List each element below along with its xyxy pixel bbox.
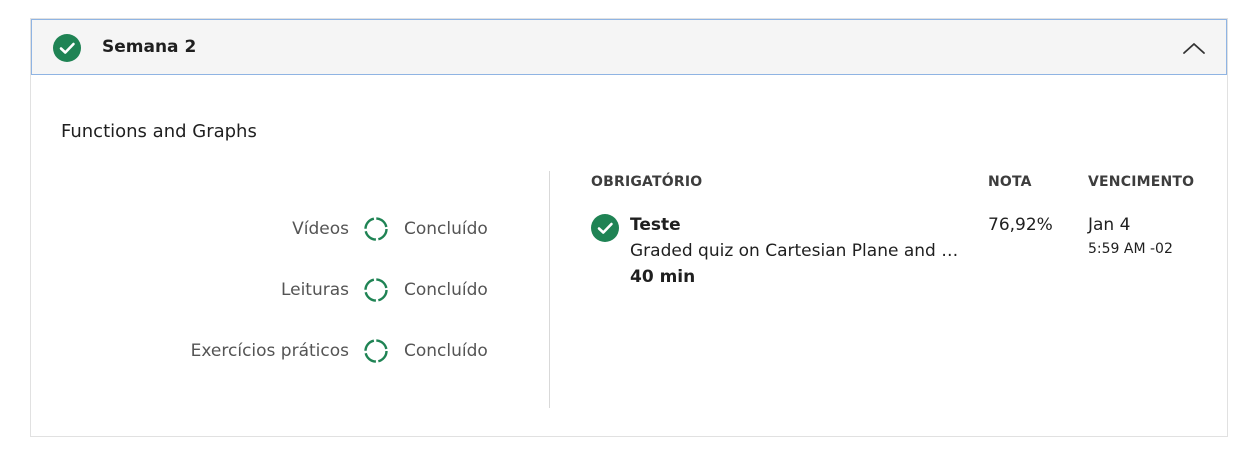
check-circle-icon bbox=[591, 214, 619, 242]
progress-row-readings: Leituras Concluído bbox=[131, 276, 489, 304]
progress-status: Concluído bbox=[404, 280, 488, 300]
progress-status: Concluído bbox=[404, 341, 488, 361]
assignment-type-link[interactable]: Teste bbox=[630, 215, 681, 235]
progress-ring-icon bbox=[363, 216, 389, 242]
column-header-required: OBRIGATÓRIO bbox=[591, 174, 703, 190]
assignment-grade: 76,92% bbox=[988, 215, 1053, 235]
week-panel: Semana 2 Functions and Graphs Vídeos Con… bbox=[30, 18, 1228, 437]
week-header[interactable]: Semana 2 bbox=[31, 19, 1227, 75]
progress-row-practice: Exercícios práticos Concluído bbox=[131, 337, 489, 365]
progress-label: Vídeos bbox=[292, 219, 349, 239]
assignment-duration: 40 min bbox=[630, 267, 696, 287]
check-circle-icon bbox=[53, 34, 81, 62]
column-divider bbox=[549, 171, 550, 408]
assignment-due-time: 5:59 AM -02 bbox=[1088, 241, 1173, 257]
module-title: Functions and Graphs bbox=[61, 121, 257, 142]
column-header-grade: NOTA bbox=[988, 174, 1032, 190]
progress-ring-icon bbox=[363, 338, 389, 364]
progress-status: Concluído bbox=[404, 219, 488, 239]
progress-label: Exercícios práticos bbox=[190, 341, 349, 361]
assignment-description-link[interactable]: Graded quiz on Cartesian Plane and T... bbox=[630, 241, 965, 261]
column-header-due: VENCIMENTO bbox=[1088, 174, 1195, 190]
assignment-due-date: Jan 4 bbox=[1088, 215, 1131, 235]
progress-row-videos: Vídeos Concluído bbox=[131, 215, 489, 243]
progress-label: Leituras bbox=[280, 280, 349, 300]
week-title: Semana 2 bbox=[102, 37, 197, 57]
progress-ring-icon bbox=[363, 277, 389, 303]
chevron-up-icon[interactable] bbox=[1180, 38, 1208, 58]
